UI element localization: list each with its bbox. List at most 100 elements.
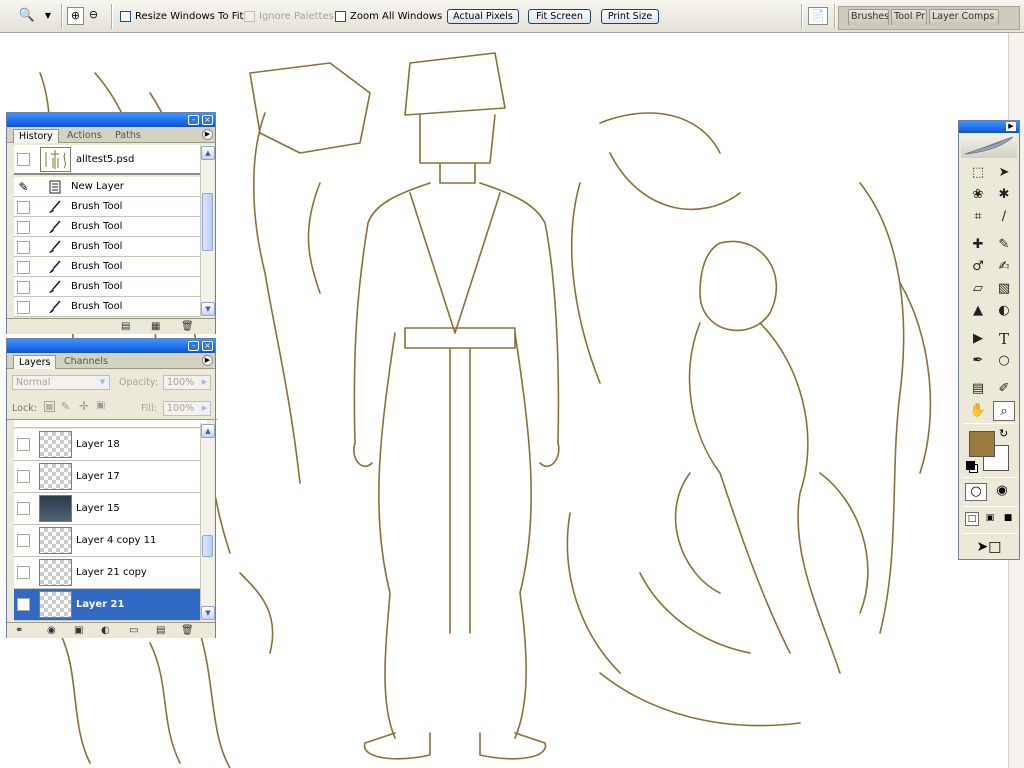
scroll-down-arrow[interactable]: ▼ — [201, 606, 215, 620]
palette-title-bar[interactable]: – × — [7, 339, 215, 353]
well-tab-brushes[interactable]: Brushes — [848, 9, 889, 25]
scroll-up-arrow[interactable]: ▲ — [201, 424, 215, 438]
new-layer-icon[interactable]: ▤ — [156, 625, 165, 636]
history-source-checkbox[interactable] — [17, 301, 30, 314]
history-state-item[interactable]: Brush Tool — [14, 217, 207, 237]
actual-pixels-button[interactable]: Actual Pixels — [447, 9, 519, 24]
history-state-item[interactable]: Brush Tool — [14, 237, 207, 257]
shape-tool-icon[interactable]: ○ — [993, 351, 1015, 371]
tab-channels[interactable]: Channels — [59, 355, 113, 369]
magic-wand-tool-icon[interactable]: ✱ — [993, 185, 1015, 205]
well-tab-layer-comps[interactable]: Layer Comps — [929, 9, 999, 25]
layer-visibility-toggle[interactable] — [17, 470, 30, 483]
layer-mask-icon[interactable]: ▣ — [74, 625, 83, 636]
layer-row[interactable]: Layer 17 — [14, 461, 207, 493]
layers-scrollbar[interactable]: ▲ ▼ — [200, 423, 215, 621]
new-document-icon[interactable]: ▤ — [121, 321, 130, 332]
layer-visibility-toggle[interactable] — [17, 502, 30, 515]
scroll-down-arrow[interactable]: ▼ — [201, 302, 215, 316]
pen-tool-icon[interactable]: ✒ — [967, 351, 989, 371]
tab-history[interactable]: History — [13, 129, 59, 143]
zoom-in-icon[interactable]: ⊕ — [67, 7, 84, 25]
adjustment-layer-icon[interactable]: ◐ — [101, 625, 110, 636]
foreground-color-swatch[interactable] — [969, 431, 995, 457]
history-state-item[interactable]: Brush Tool — [14, 277, 207, 297]
hand-tool-icon[interactable]: ✋ — [967, 401, 989, 421]
history-source-checkbox[interactable]: ✎ — [17, 181, 30, 194]
history-state-item[interactable]: ✎ New Layer — [14, 177, 207, 197]
history-state-item[interactable]: Brush Tool — [14, 297, 207, 317]
brush-tool-icon[interactable]: ✎ — [993, 235, 1015, 255]
gradient-tool-icon[interactable]: ▧ — [993, 279, 1015, 299]
checkbox-box[interactable] — [335, 11, 346, 22]
minimize-icon[interactable]: – — [188, 341, 199, 351]
path-selection-tool-icon[interactable]: ▶ — [967, 329, 989, 349]
history-source-checkbox[interactable] — [17, 261, 30, 274]
history-source-checkbox[interactable] — [17, 241, 30, 254]
layer-row[interactable]: Layer 15 — [14, 493, 207, 525]
snapshot-camera-icon[interactable]: ▦ — [151, 321, 160, 332]
layer-row[interactable]: Layer 21 — [14, 589, 207, 621]
zoom-tool-icon[interactable]: 🔍 — [17, 7, 37, 25]
snapshot-source-checkbox[interactable] — [17, 153, 30, 166]
move-tool-icon[interactable]: ➤ — [993, 163, 1015, 183]
print-size-button[interactable]: Print Size — [601, 9, 659, 24]
type-tool-icon[interactable]: T — [993, 329, 1015, 349]
dropdown-arrow-icon[interactable]: ▼ — [42, 7, 54, 25]
history-source-checkbox[interactable] — [17, 281, 30, 294]
layer-visibility-toggle[interactable] — [17, 566, 30, 579]
close-icon[interactable]: × — [202, 341, 213, 351]
link-layers-icon[interactable]: ⚭ — [15, 625, 23, 636]
swap-colors-icon[interactable]: ↻ — [999, 427, 1008, 440]
layer-row[interactable]: Layer 4 copy 11 — [14, 525, 207, 557]
checkbox-box[interactable] — [120, 11, 131, 22]
close-icon[interactable]: × — [202, 115, 213, 125]
scroll-thumb[interactable] — [202, 535, 213, 557]
scroll-thumb[interactable] — [202, 193, 213, 251]
tab-actions[interactable]: Actions — [62, 129, 107, 143]
clone-stamp-tool-icon[interactable]: ♂ — [967, 257, 989, 277]
history-scrollbar[interactable]: ▲ ▼ — [200, 145, 215, 317]
zoom-all-windows-checkbox[interactable]: Zoom All Windows — [335, 10, 442, 23]
default-colors-icon[interactable] — [966, 461, 975, 470]
tab-layers[interactable]: Layers — [13, 355, 57, 369]
layer-visibility-toggle[interactable] — [17, 598, 30, 611]
toolbox-title-bar[interactable]: ▶ — [959, 121, 1019, 133]
standard-mode-icon[interactable]: ○ — [965, 483, 987, 501]
eraser-tool-icon[interactable]: ▱ — [967, 279, 989, 299]
new-group-folder-icon[interactable]: ▭ — [129, 625, 138, 636]
full-screen-mode-icon[interactable]: ■ — [1001, 512, 1015, 526]
blur-tool-icon[interactable]: ▲ — [967, 301, 989, 321]
minimize-icon[interactable]: – — [188, 115, 199, 125]
lasso-tool-icon[interactable]: ❀ — [967, 185, 989, 205]
palette-menu-icon[interactable]: ▶ — [202, 355, 213, 366]
zoom-out-icon[interactable]: ⊖ — [85, 7, 102, 25]
file-browser-icon[interactable]: 📄 — [808, 7, 828, 25]
palette-title-bar[interactable]: – × — [7, 113, 215, 127]
tab-paths[interactable]: Paths — [110, 129, 146, 143]
trash-icon[interactable]: 🗑 — [181, 321, 194, 332]
eyedropper-tool-icon[interactable]: ✐ — [993, 379, 1015, 399]
scroll-up-arrow[interactable]: ▲ — [201, 146, 215, 160]
full-screen-menu-mode-icon[interactable]: ▣ — [983, 512, 997, 526]
slice-tool-icon[interactable]: ∕ — [993, 207, 1015, 227]
palette-menu-icon[interactable]: ▶ — [202, 129, 213, 140]
layer-visibility-toggle[interactable] — [17, 534, 30, 547]
quick-mask-mode-icon[interactable]: ◉ — [991, 483, 1013, 501]
healing-brush-tool-icon[interactable]: ✚ — [967, 235, 989, 255]
resize-windows-checkbox[interactable]: Resize Windows To Fit — [120, 10, 243, 23]
history-state-item[interactable]: Brush Tool — [14, 257, 207, 277]
zoom-tool-icon[interactable]: ⌕ — [993, 401, 1015, 421]
notes-tool-icon[interactable]: ▤ — [967, 379, 989, 399]
layer-visibility-toggle[interactable] — [17, 438, 30, 451]
history-source-checkbox[interactable] — [17, 221, 30, 234]
jump-to-imageready-icon[interactable]: ➤□ — [967, 537, 1011, 557]
layer-style-icon[interactable]: ◉ — [47, 625, 56, 636]
layer-row[interactable]: Layer 21 copy — [14, 557, 207, 589]
marquee-tool-icon[interactable]: ⬚ — [967, 163, 989, 183]
history-source-checkbox[interactable] — [17, 201, 30, 214]
trash-icon[interactable]: 🗑 — [181, 625, 194, 636]
dodge-tool-icon[interactable]: ◐ — [993, 301, 1015, 321]
history-snapshot[interactable]: alltest5.psd — [14, 145, 207, 175]
palette-menu-icon[interactable]: ▶ — [1006, 122, 1016, 131]
